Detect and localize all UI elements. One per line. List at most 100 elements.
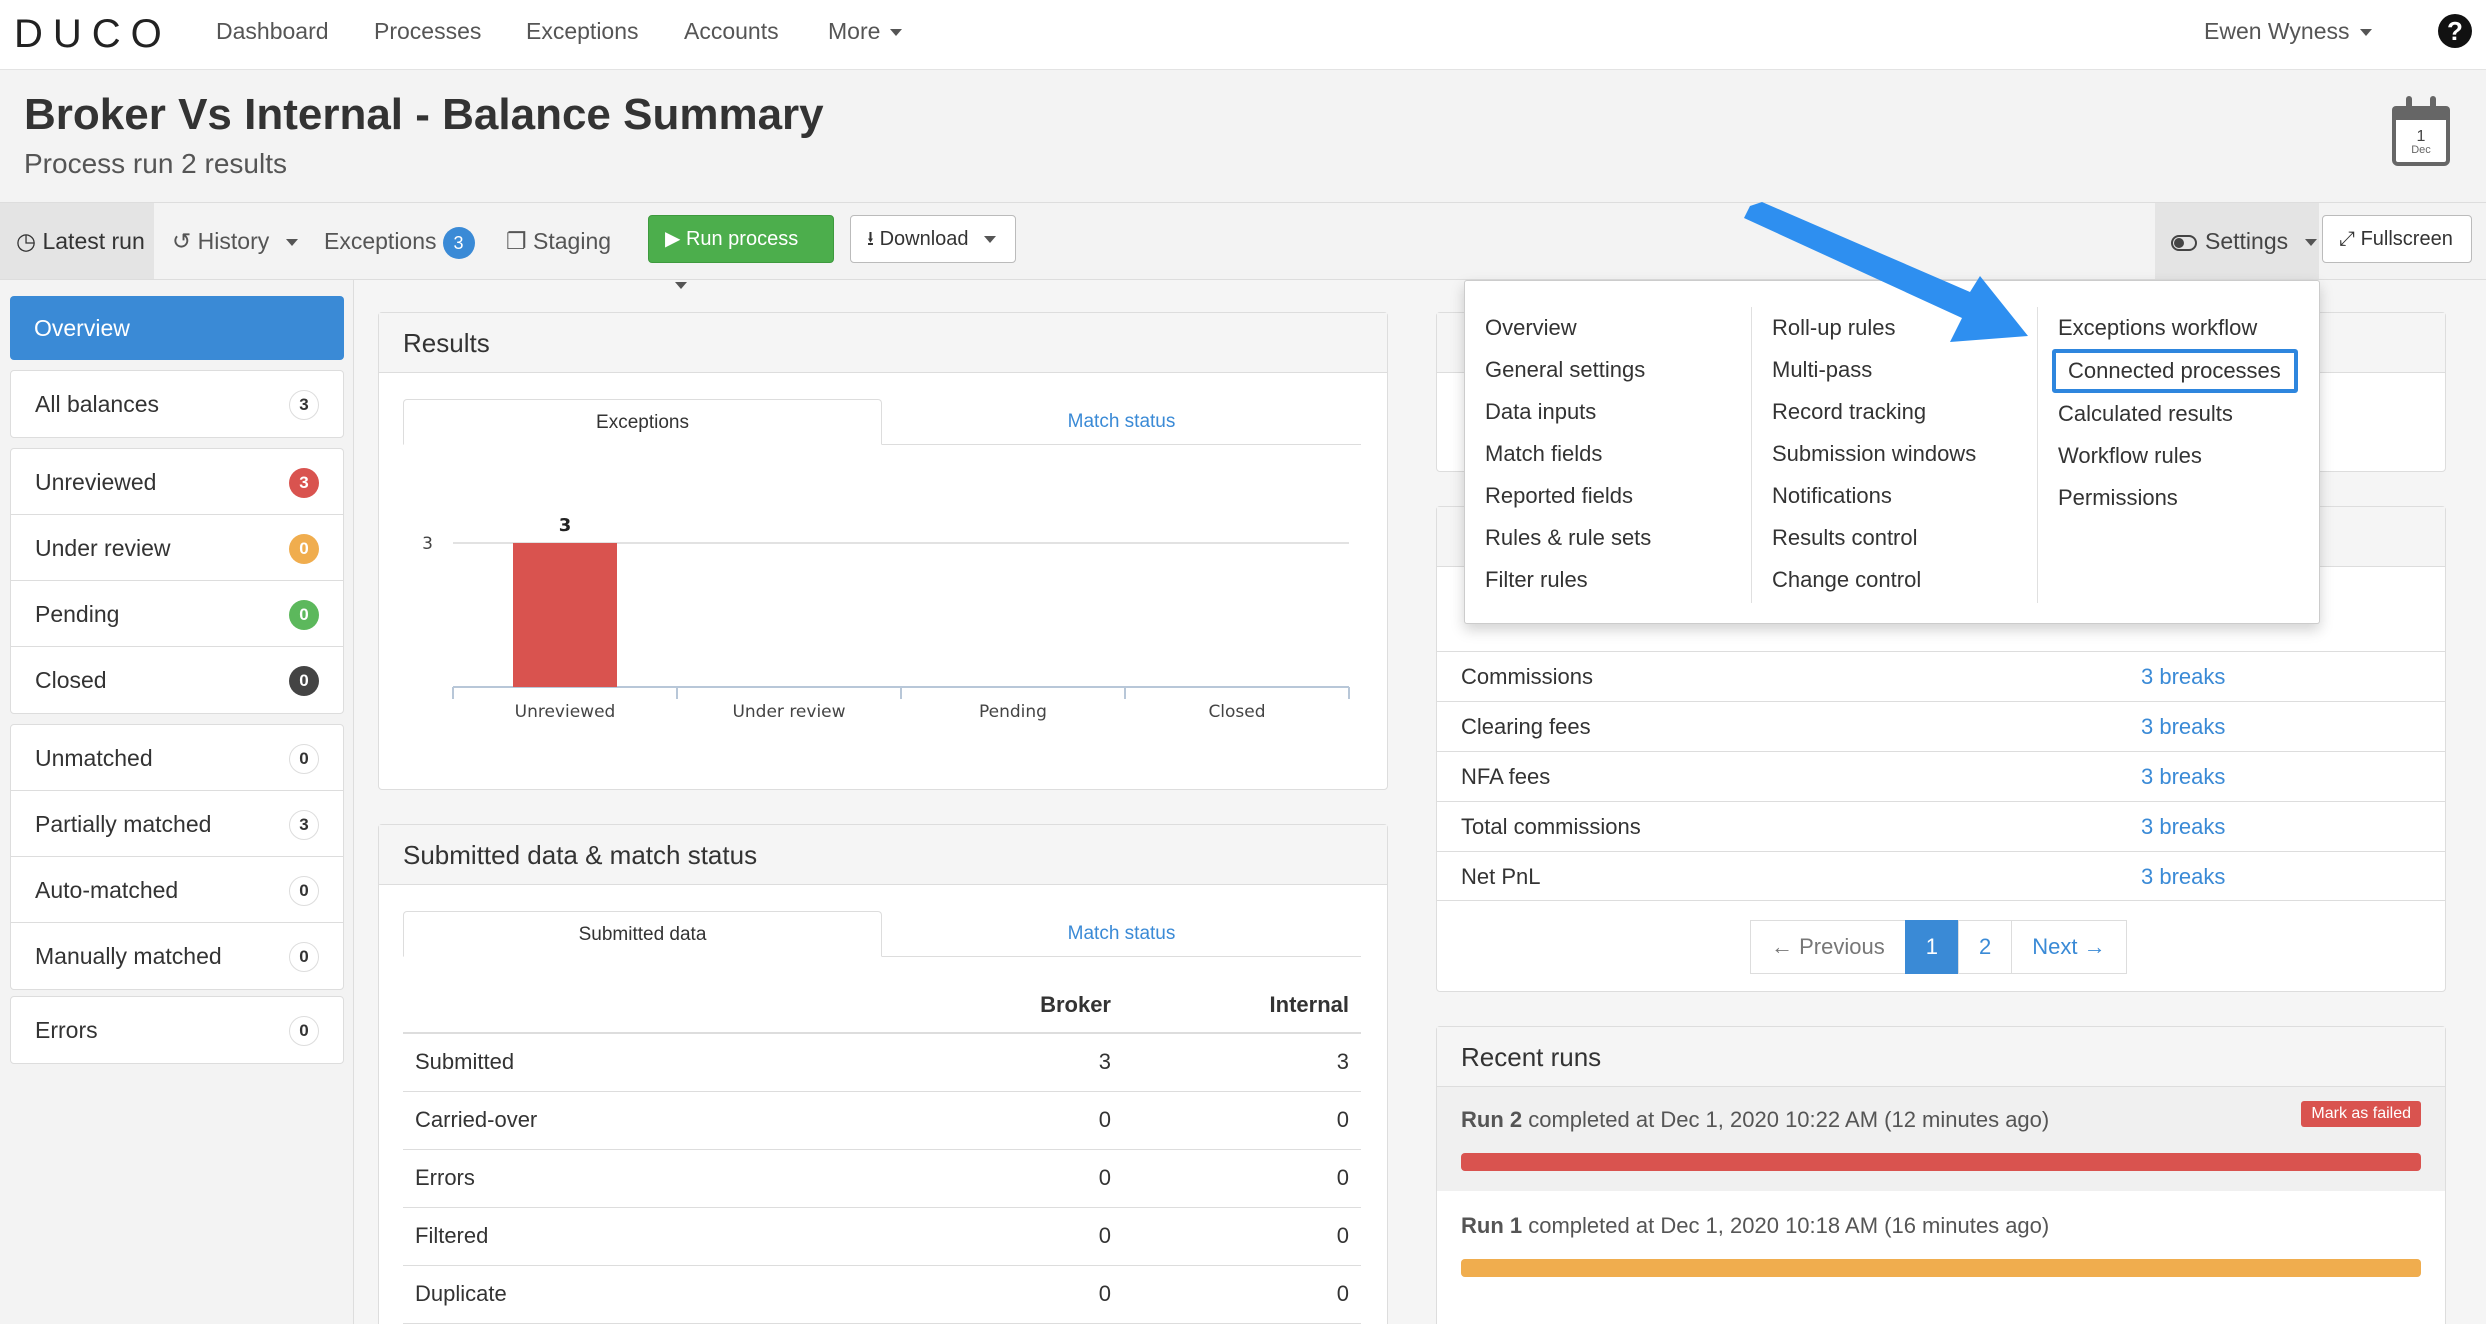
top-nav: DUCO Dashboard Processes Exceptions Acco… <box>0 0 2486 70</box>
sidebar-item-errors[interactable]: Errors 0 <box>11 997 343 1063</box>
nav-dashboard[interactable]: Dashboard <box>216 18 329 45</box>
menu-item-multi-pass[interactable]: Multi-pass <box>1752 349 2037 391</box>
tab-staging[interactable]: ❐ Staging <box>506 203 611 279</box>
menu-item-notifications[interactable]: Notifications <box>1752 475 2037 517</box>
data-label: 3 <box>559 515 572 536</box>
count-badge: 3 <box>289 468 319 498</box>
count-badge: 0 <box>289 876 319 906</box>
tab-staging-label: Staging <box>533 228 612 254</box>
tab-latest-run[interactable]: ◷ Latest run <box>0 203 154 279</box>
fullscreen-button[interactable]: ⤢ Fullscreen <box>2322 215 2472 263</box>
tab-submitted-match-status[interactable]: Match status <box>882 911 1361 957</box>
sidebar-all-group: All balances 3 <box>10 370 344 438</box>
menu-item-record-tracking[interactable]: Record tracking <box>1752 391 2037 433</box>
tab-exceptions-chart[interactable]: Exceptions <box>403 399 882 445</box>
table-header-row: Broker Internal <box>403 977 1361 1034</box>
menu-item-general-settings[interactable]: General settings <box>1465 349 1751 391</box>
download-button[interactable]: ⭳ Download <box>850 215 1016 263</box>
tab-match-status[interactable]: Match status <box>882 399 1361 445</box>
sidebar-item-all-balances[interactable]: All balances 3 <box>11 371 343 437</box>
breaks-link[interactable]: 3 breaks <box>2141 752 2225 802</box>
sidebar-status-group: Unreviewed 3 Under review 0 Pending 0 Cl… <box>10 448 344 714</box>
sidebar-item-manually-matched[interactable]: Manually matched 0 <box>11 923 343 989</box>
count-badge: 0 <box>289 666 319 696</box>
mark-as-failed-button[interactable]: Mark as failed <box>2301 1101 2421 1127</box>
breaks-link[interactable]: 3 breaks <box>2141 852 2225 902</box>
column-header <box>403 977 883 1034</box>
sidebar: Overview All balances 3 Unreviewed 3 Und… <box>0 280 354 1324</box>
toggle-icon <box>2171 234 2197 251</box>
menu-item-reported-fields[interactable]: Reported fields <box>1465 475 1751 517</box>
menu-item-workflow-rules[interactable]: Workflow rules <box>2038 435 2319 477</box>
internal-value: 0 <box>1123 1091 1361 1150</box>
run-text: Run 2 completed at Dec 1, 2020 10:22 AM … <box>1461 1107 2049 1133</box>
sidebar-item-auto-matched[interactable]: Auto-matched 0 <box>11 857 343 923</box>
sidebar-errors-group: Errors 0 <box>10 996 344 1064</box>
x-tick-label: Under review <box>732 702 845 722</box>
table-row: Submitted 3 3 <box>403 1033 1361 1092</box>
next-page-button[interactable]: Next → <box>2011 920 2127 974</box>
settings-menu-col-1: Overview General settings Data inputs Ma… <box>1465 307 1751 601</box>
results-title: Results <box>379 313 1387 373</box>
nav-exceptions[interactable]: Exceptions <box>526 18 639 45</box>
row-label: Carried-over <box>403 1091 883 1150</box>
pagination: ← Previous 1 2 Next → <box>1750 920 2127 974</box>
sidebar-item-pending[interactable]: Pending 0 <box>11 581 343 647</box>
sidebar-item-label: Pending <box>35 601 120 627</box>
menu-item-overview[interactable]: Overview <box>1465 307 1751 349</box>
sidebar-item-partially-matched[interactable]: Partially matched 3 <box>11 791 343 857</box>
calendar-icon[interactable]: 1 Dec <box>2392 96 2450 166</box>
run-process-button[interactable]: ▶ Run process <box>648 215 834 263</box>
sidebar-match-group: Unmatched 0 Partially matched 3 Auto-mat… <box>10 724 344 990</box>
history-icon: ↺ <box>172 228 198 254</box>
menu-item-match-fields[interactable]: Match fields <box>1465 433 1751 475</box>
menu-item-data-inputs[interactable]: Data inputs <box>1465 391 1751 433</box>
menu-item-calculated-results[interactable]: Calculated results <box>2038 393 2319 435</box>
sidebar-item-unreviewed[interactable]: Unreviewed 3 <box>11 449 343 515</box>
submitted-table: Broker Internal Submitted 3 3 Carried-ov… <box>403 977 1361 1324</box>
sidebar-item-unmatched[interactable]: Unmatched 0 <box>11 725 343 791</box>
menu-item-submission-windows[interactable]: Submission windows <box>1752 433 2037 475</box>
tab-exceptions[interactable]: Exceptions 3 <box>324 203 475 279</box>
settings-label: Settings <box>2205 228 2289 254</box>
tab-submitted-data[interactable]: Submitted data <box>403 911 882 957</box>
results-panel: Results Exceptions Match status 3 3 Unrevi… <box>378 312 1388 790</box>
table-row: NFA fees 3 breaks <box>1437 751 2445 801</box>
menu-item-exceptions-workflow[interactable]: Exceptions workflow <box>2038 307 2319 349</box>
count-badge: 0 <box>289 1016 319 1046</box>
page-2-button[interactable]: 2 <box>1957 920 2013 974</box>
previous-page-button[interactable]: ← Previous <box>1750 920 1906 974</box>
menu-item-results-control[interactable]: Results control <box>1752 517 2037 559</box>
breaks-link[interactable]: 3 breaks <box>2141 802 2225 852</box>
menu-item-filter-rules[interactable]: Filter rules <box>1465 559 1751 601</box>
nav-more-dropdown[interactable]: More <box>828 18 902 45</box>
run-progress-bar <box>1461 1259 2421 1277</box>
user-menu[interactable]: Ewen Wyness <box>2204 18 2372 45</box>
tab-history[interactable]: ↺ History <box>172 203 298 279</box>
page-1-button[interactable]: 1 <box>1904 920 1959 974</box>
nav-more-label: More <box>828 18 881 44</box>
sidebar-item-overview[interactable]: Overview <box>10 296 344 360</box>
breaks-link[interactable]: 3 breaks <box>2141 652 2225 702</box>
run-status: completed at Dec 1, 2020 10:22 AM (12 mi… <box>1528 1107 2050 1132</box>
duco-logo[interactable]: DUCO <box>14 12 172 57</box>
broker-value: 0 <box>883 1207 1123 1266</box>
settings-dropdown[interactable]: Settings <box>2155 203 2319 279</box>
menu-item-permissions[interactable]: Permissions <box>2038 477 2319 519</box>
calendar-month: Dec <box>2411 144 2431 156</box>
menu-item-connected-processes[interactable]: Connected processes <box>2052 349 2298 393</box>
breaks-link[interactable]: 3 breaks <box>2141 702 2225 752</box>
sidebar-item-closed[interactable]: Closed 0 <box>11 647 343 713</box>
run-status: completed at Dec 1, 2020 10:18 AM (16 mi… <box>1528 1213 2050 1238</box>
row-label: Errors <box>403 1149 883 1208</box>
internal-value: 3 <box>1123 1033 1361 1092</box>
help-icon[interactable]: ? <box>2438 14 2472 48</box>
nav-processes[interactable]: Processes <box>374 18 481 45</box>
sidebar-item-under-review[interactable]: Under review 0 <box>11 515 343 581</box>
menu-item-rules-rule-sets[interactable]: Rules & rule sets <box>1465 517 1751 559</box>
menu-item-change-control[interactable]: Change control <box>1752 559 2037 601</box>
download-icon: ⭳ <box>867 228 880 250</box>
nav-accounts[interactable]: Accounts <box>684 18 779 45</box>
column-header-internal: Internal <box>1123 977 1361 1034</box>
calendar-ring <box>2430 96 2436 112</box>
